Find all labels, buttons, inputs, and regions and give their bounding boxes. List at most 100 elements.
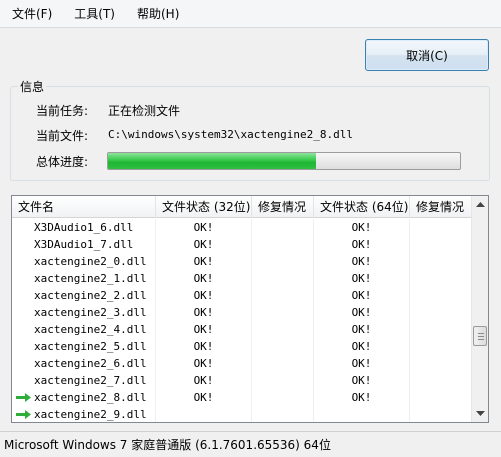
- row-status-32: [156, 406, 252, 422]
- file-list[interactable]: 文件名 文件状态 (32位) 修复情况 文件状态 (64位) 修复情况 X3DA…: [11, 195, 489, 423]
- table-row[interactable]: xactengine2_4.dll OK! OK!: [12, 321, 473, 338]
- row-filename: xactengine2_3.dll: [12, 304, 156, 321]
- row-repair-64: [410, 355, 473, 372]
- row-repair-64: [410, 219, 473, 236]
- row-filename-text: xactengine2_3.dll: [34, 306, 147, 319]
- info-group-title: 信息: [18, 78, 47, 95]
- table-row[interactable]: xactengine2_8.dll OK! OK!: [12, 389, 473, 406]
- table-row[interactable]: X3DAudio1_6.dll OK! OK!: [12, 219, 473, 236]
- row-repair-64: [410, 236, 473, 253]
- scroll-down-button[interactable]: [472, 405, 488, 422]
- scroll-up-button[interactable]: [472, 196, 488, 213]
- thumb-grip: [478, 339, 484, 340]
- row-repair-32: [252, 304, 314, 321]
- column-header-repair-64[interactable]: 修复情况: [410, 196, 473, 218]
- row-filename-text: xactengine2_7.dll: [34, 374, 147, 387]
- row-status-32: OK!: [156, 389, 252, 406]
- column-header-repair-32[interactable]: 修复情况: [252, 196, 314, 218]
- row-status-32: OK!: [156, 287, 252, 304]
- thumb-grip: [478, 333, 484, 334]
- row-status-64: OK!: [314, 321, 410, 338]
- row-repair-64: [410, 304, 473, 321]
- row-status-64: OK!: [314, 355, 410, 372]
- row-filename-text: X3DAudio1_6.dll: [34, 221, 134, 234]
- row-repair-32: [252, 389, 314, 406]
- row-status-64: OK!: [314, 338, 410, 355]
- table-row[interactable]: xactengine2_2.dll OK! OK!: [12, 287, 473, 304]
- table-row[interactable]: xactengine2_3.dll OK! OK!: [12, 304, 473, 321]
- column-header-filename[interactable]: 文件名: [12, 196, 156, 218]
- list-header: 文件名 文件状态 (32位) 修复情况 文件状态 (64位) 修复情况: [12, 196, 473, 218]
- green-arrow-icon: [16, 410, 31, 419]
- row-status-32: OK!: [156, 372, 252, 389]
- row-filename-text: xactengine2_9.dll: [34, 408, 147, 421]
- current-task-value: 正在检测文件: [108, 104, 181, 118]
- row-filename: X3DAudio1_6.dll: [12, 219, 156, 236]
- menu-tools[interactable]: 工具(T): [66, 2, 123, 25]
- row-repair-32: [252, 287, 314, 304]
- row-repair-64: [410, 287, 473, 304]
- table-row[interactable]: xactengine2_6.dll OK! OK!: [12, 355, 473, 372]
- row-repair-32: [252, 372, 314, 389]
- table-row[interactable]: xactengine2_0.dll OK! OK!: [12, 253, 473, 270]
- row-filename: xactengine2_2.dll: [12, 287, 156, 304]
- row-repair-64: [410, 372, 473, 389]
- table-row[interactable]: xactengine2_7.dll OK! OK!: [12, 372, 473, 389]
- row-repair-64: [410, 338, 473, 355]
- row-repair-32: [252, 355, 314, 372]
- scroll-thumb[interactable]: [473, 326, 487, 346]
- row-status-64: OK!: [314, 270, 410, 287]
- column-header-status-32[interactable]: 文件状态 (32位): [156, 196, 252, 218]
- menu-help[interactable]: 帮助(H): [129, 2, 187, 25]
- row-filename: xactengine2_1.dll: [12, 270, 156, 287]
- row-repair-32: [252, 406, 314, 422]
- row-repair-32: [252, 270, 314, 287]
- row-filename-text: xactengine2_5.dll: [34, 340, 147, 353]
- row-status-64: OK!: [314, 219, 410, 236]
- row-repair-64: [410, 389, 473, 406]
- thumb-grip: [478, 336, 484, 337]
- column-header-status-64[interactable]: 文件状态 (64位): [314, 196, 410, 218]
- table-row[interactable]: xactengine2_1.dll OK! OK!: [12, 270, 473, 287]
- current-task-label: 当前任务:: [36, 104, 89, 118]
- row-filename-text: xactengine2_6.dll: [34, 357, 147, 370]
- table-row[interactable]: X3DAudio1_7.dll OK! OK!: [12, 236, 473, 253]
- row-filename-text: xactengine2_2.dll: [34, 289, 147, 302]
- status-bar: Microsoft Windows 7 家庭普通版 (6.1.7601.6553…: [0, 431, 501, 457]
- row-repair-64: [410, 406, 473, 422]
- row-filename-text: xactengine2_8.dll: [34, 391, 147, 404]
- row-repair-32: [252, 253, 314, 270]
- vertical-scrollbar[interactable]: [471, 196, 488, 422]
- row-status-32: OK!: [156, 304, 252, 321]
- scroll-down-arrow-icon: [475, 410, 485, 416]
- row-filename: xactengine2_8.dll: [12, 389, 156, 406]
- cancel-button[interactable]: 取消(C): [365, 39, 489, 71]
- row-status-64: OK!: [314, 372, 410, 389]
- row-status-64: OK!: [314, 389, 410, 406]
- row-filename: X3DAudio1_7.dll: [12, 236, 156, 253]
- row-repair-32: [252, 338, 314, 355]
- overall-progress-bar: [107, 152, 461, 170]
- row-filename: xactengine2_5.dll: [12, 338, 156, 355]
- green-arrow-icon: [16, 393, 31, 402]
- row-status-32: OK!: [156, 236, 252, 253]
- row-filename: xactengine2_7.dll: [12, 372, 156, 389]
- current-file-label: 当前文件:: [36, 129, 89, 143]
- progress-fill: [108, 153, 316, 169]
- menu-file[interactable]: 文件(F): [4, 2, 60, 25]
- row-filename: xactengine2_0.dll: [12, 253, 156, 270]
- row-filename-text: xactengine2_4.dll: [34, 323, 147, 336]
- row-repair-64: [410, 270, 473, 287]
- row-status-32: OK!: [156, 253, 252, 270]
- table-row[interactable]: xactengine2_5.dll OK! OK!: [12, 338, 473, 355]
- row-status-64: OK!: [314, 304, 410, 321]
- current-file-value: C:\windows\system32\xactengine2_8.dll: [108, 128, 354, 141]
- row-repair-32: [252, 219, 314, 236]
- row-filename-text: xactengine2_1.dll: [34, 272, 147, 285]
- row-filename: xactengine2_4.dll: [12, 321, 156, 338]
- row-status-32: OK!: [156, 338, 252, 355]
- row-filename-text: X3DAudio1_7.dll: [34, 238, 134, 251]
- row-status-32: OK!: [156, 270, 252, 287]
- list-rows: X3DAudio1_6.dll OK! OK! X3DAudio1_7.dll OK! O…: [12, 219, 473, 422]
- table-row[interactable]: xactengine2_9.dll: [12, 406, 473, 422]
